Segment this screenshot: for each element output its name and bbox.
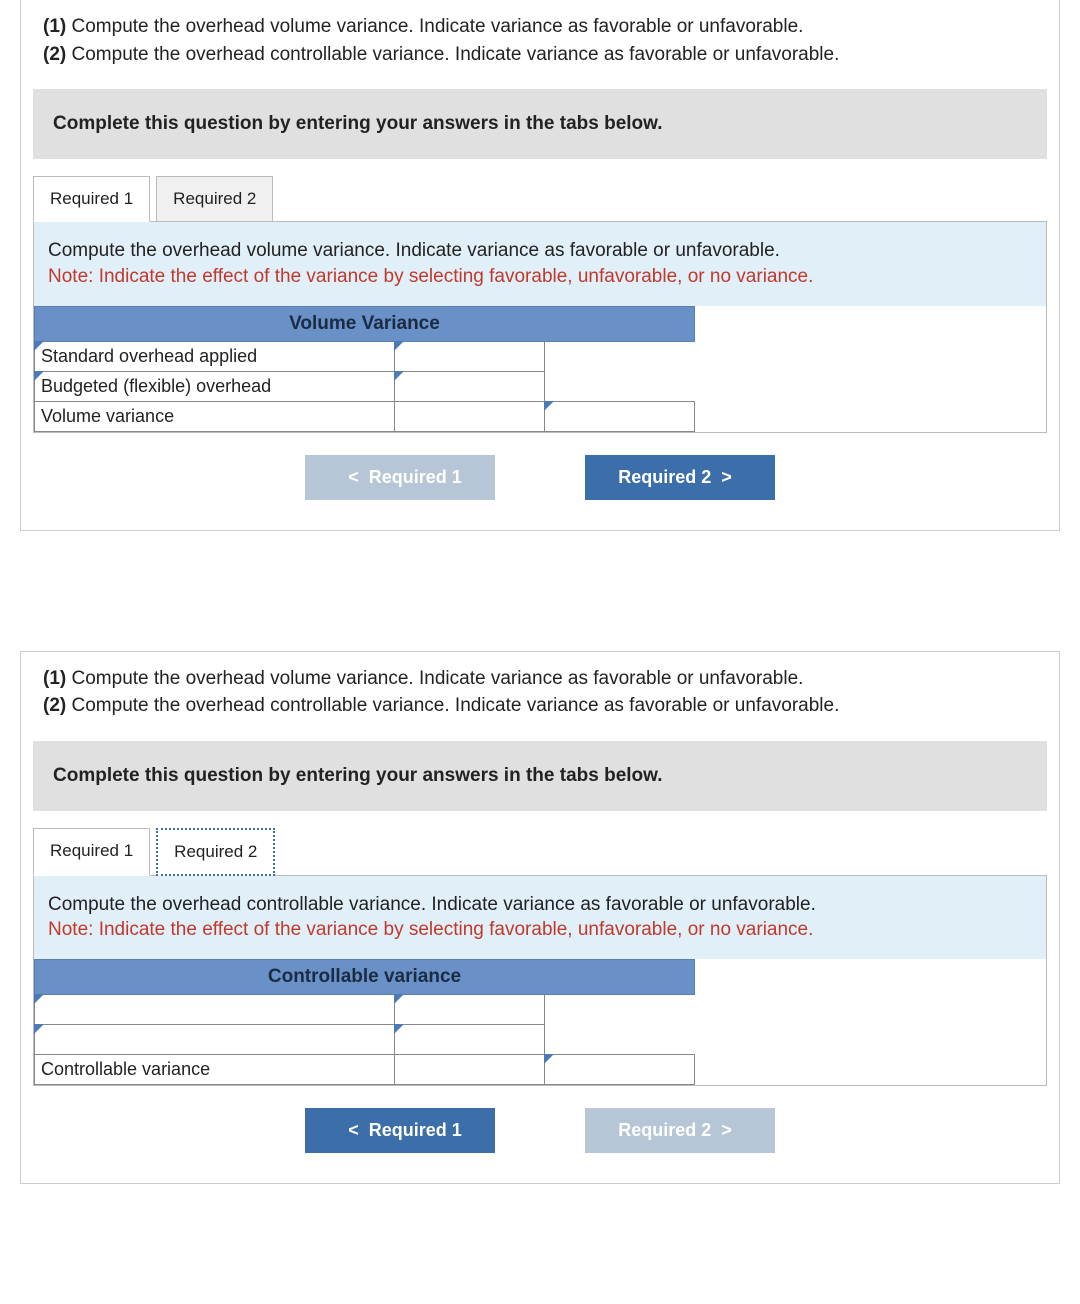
tab-required-2[interactable]: Required 2 (156, 176, 273, 222)
tab-required-1[interactable]: Required 1 (33, 176, 150, 222)
row-label-text: Volume variance (41, 406, 174, 426)
panel-note: Note: Indicate the effect of the varianc… (48, 919, 813, 940)
chevron-left-icon: < (348, 1120, 359, 1141)
table-title: Controllable variance (35, 960, 695, 995)
panel-heading-text: Compute the overhead controllable varian… (48, 894, 816, 915)
row-label: Controllable variance (35, 1055, 395, 1085)
panel-note: Note: Indicate the effect of the varianc… (48, 266, 813, 287)
prev-button[interactable]: < Required 1 (305, 1108, 495, 1153)
prev-button-label: Required 1 (369, 1120, 462, 1141)
prev-button: < Required 1 (305, 455, 495, 500)
editable-indicator-icon (394, 341, 404, 351)
next-button[interactable]: Required 2 > (585, 455, 775, 500)
instruction-line-2: (2) Compute the overhead controllable va… (43, 42, 1037, 68)
instruction-1-label: (1) (43, 16, 66, 37)
row-input-cell (395, 371, 545, 401)
volume-variance-table: Volume Variance Standard overhead applie… (34, 306, 695, 432)
row-label: Volume variance (35, 401, 395, 431)
amount-input[interactable] (401, 404, 538, 428)
instruction-line-2: (2) Compute the overhead controllable va… (43, 693, 1037, 719)
amount-input[interactable] (401, 374, 538, 398)
row-label: Budgeted (flexible) overhead (35, 371, 395, 401)
table-title: Volume Variance (35, 306, 695, 341)
panel-required-1: Compute the overhead volume variance. In… (33, 221, 1047, 432)
panel-required-2: Compute the overhead controllable varian… (33, 875, 1047, 1086)
editable-indicator-icon (394, 371, 404, 381)
tab-required-2[interactable]: Required 2 (156, 828, 275, 876)
instructions: (1) Compute the overhead volume variance… (21, 0, 1059, 89)
favorability-select[interactable] (551, 1058, 688, 1082)
amount-input[interactable] (401, 344, 538, 368)
editable-indicator-icon (34, 994, 44, 1004)
instruction-1-text: Compute the overhead volume variance. In… (72, 16, 804, 37)
row-input-cell (395, 1055, 545, 1085)
tab-required-1[interactable]: Required 1 (33, 828, 150, 876)
next-button: Required 2 > (585, 1108, 775, 1153)
instruction-2-label: (2) (43, 44, 66, 65)
row-label: Standard overhead applied (35, 341, 395, 371)
question-section-1: (1) Compute the overhead volume variance… (20, 0, 1060, 531)
table-row: Budgeted (flexible) overhead (35, 371, 695, 401)
label-input[interactable] (41, 998, 388, 1022)
favorability-select[interactable] (551, 404, 688, 428)
editable-indicator-icon (34, 341, 44, 351)
controllable-variance-table-wrap: Controllable variance (34, 959, 1046, 1085)
row-label[interactable] (35, 995, 395, 1025)
table-row: Volume variance (35, 401, 695, 431)
table-row: Controllable variance (35, 1055, 695, 1085)
row-input-cell (395, 401, 545, 431)
table-row (35, 995, 695, 1025)
next-button-label: Required 2 (618, 467, 711, 488)
favorability-cell (545, 1055, 695, 1085)
row-label-text: Standard overhead applied (41, 346, 257, 366)
amount-input[interactable] (401, 998, 538, 1022)
panel-heading: Compute the overhead controllable varian… (34, 876, 1046, 959)
editable-indicator-icon (544, 1054, 554, 1064)
complete-banner: Complete this question by entering your … (33, 89, 1047, 159)
nav-row: < Required 1 Required 2 > (21, 455, 1059, 500)
next-button-label: Required 2 (618, 1120, 711, 1141)
volume-variance-table-wrap: Volume Variance Standard overhead applie… (34, 306, 1046, 432)
table-row: Standard overhead applied (35, 341, 695, 371)
complete-banner: Complete this question by entering your … (33, 741, 1047, 811)
editable-indicator-icon (394, 994, 404, 1004)
row-input-cell (395, 1025, 545, 1055)
row-input-cell (395, 341, 545, 371)
label-input[interactable] (41, 1028, 388, 1052)
instruction-2-label: (2) (43, 695, 66, 716)
tabs-row: Required 1 Required 2 (33, 175, 1059, 221)
panel-heading-text: Compute the overhead volume variance. In… (48, 240, 780, 261)
row-label-text: Budgeted (flexible) overhead (41, 376, 271, 396)
instruction-line-1: (1) Compute the overhead volume variance… (43, 666, 1037, 692)
row-label-text: Controllable variance (41, 1059, 210, 1079)
table-row (35, 1025, 695, 1055)
chevron-left-icon: < (348, 467, 359, 488)
favorability-cell (545, 401, 695, 431)
tabs-row: Required 1 Required 2 (33, 827, 1059, 875)
chevron-right-icon: > (721, 467, 732, 488)
editable-indicator-icon (394, 1024, 404, 1034)
editable-indicator-icon (34, 1024, 44, 1034)
question-section-2: (1) Compute the overhead volume variance… (20, 651, 1060, 1185)
amount-input[interactable] (401, 1058, 538, 1082)
instruction-line-1: (1) Compute the overhead volume variance… (43, 14, 1037, 40)
instructions: (1) Compute the overhead volume variance… (21, 652, 1059, 741)
controllable-variance-table: Controllable variance (34, 959, 695, 1085)
instruction-2-text: Compute the overhead controllable varian… (72, 44, 840, 65)
chevron-right-icon: > (721, 1120, 732, 1141)
row-label[interactable] (35, 1025, 395, 1055)
prev-button-label: Required 1 (369, 467, 462, 488)
instruction-1-text: Compute the overhead volume variance. In… (72, 668, 804, 689)
editable-indicator-icon (544, 401, 554, 411)
instruction-1-label: (1) (43, 668, 66, 689)
row-input-cell (395, 995, 545, 1025)
editable-indicator-icon (34, 371, 44, 381)
instruction-2-text: Compute the overhead controllable varian… (72, 695, 840, 716)
nav-row: < Required 1 Required 2 > (21, 1108, 1059, 1153)
amount-input[interactable] (401, 1028, 538, 1052)
panel-heading: Compute the overhead volume variance. In… (34, 222, 1046, 305)
